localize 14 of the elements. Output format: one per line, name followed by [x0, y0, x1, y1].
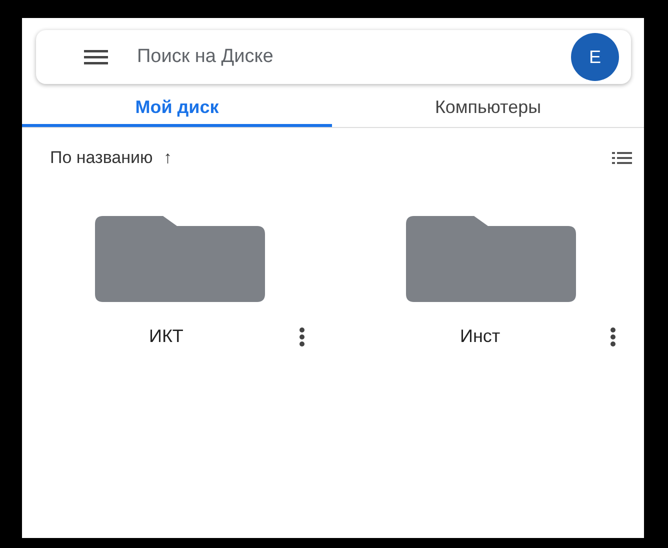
search-bar[interactable]: Поиск на Диске E: [36, 30, 631, 84]
account-avatar[interactable]: E: [571, 33, 619, 81]
list-view-icon[interactable]: [612, 151, 632, 165]
more-options-icon[interactable]: [610, 326, 616, 346]
folder-icon[interactable]: [406, 216, 576, 302]
search-field[interactable]: Поиск на Диске: [135, 45, 571, 69]
sort-button[interactable]: По названию ↑: [50, 148, 172, 168]
more-options-icon[interactable]: [299, 326, 305, 346]
menu-icon[interactable]: [84, 49, 108, 65]
folder-name[interactable]: Инст: [460, 326, 610, 347]
tab[interactable]: Компьютеры: [332, 90, 644, 127]
folder-icon[interactable]: [95, 216, 265, 302]
folder-name[interactable]: ИКТ: [149, 326, 299, 347]
tab[interactable]: Мой диск: [22, 90, 332, 127]
